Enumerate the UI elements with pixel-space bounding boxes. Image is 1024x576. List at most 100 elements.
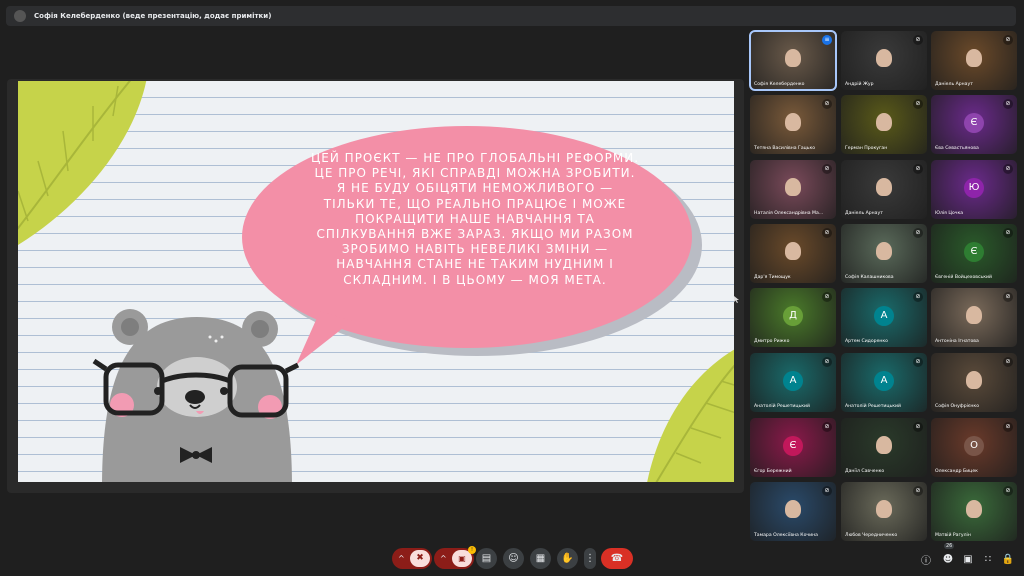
apps-icon: ∷: [984, 553, 992, 565]
mic-off-icon[interactable]: ✖: [410, 550, 430, 567]
chat-button[interactable]: ▣: [960, 551, 976, 567]
participant-name: Дар'я Тимощук: [754, 275, 791, 280]
people-icon: ☻: [942, 553, 954, 565]
more-vert-icon: ⋮: [585, 553, 595, 564]
participant-initial-avatar: Ю: [964, 177, 984, 198]
mic-off-icon: ⊘: [913, 422, 923, 432]
participant-tile[interactable]: ≡ Софія Келеберденко: [749, 30, 837, 91]
mic-options-button[interactable]: ^ ✖: [392, 548, 432, 569]
participant-tile[interactable]: ⊘ Даніель Арнаут: [841, 160, 927, 219]
participant-tile[interactable]: А ⊘ Артем Сидоренко: [841, 288, 927, 347]
more-options-button[interactable]: ⋮: [584, 548, 596, 569]
participant-video: [785, 48, 801, 67]
participant-name: Софія Келеберденко: [754, 82, 805, 87]
host-controls-button[interactable]: 🔒: [1000, 551, 1016, 567]
participant-name: Тетяна Василівна Гацько: [754, 146, 816, 151]
host-controls-icon: 🔒: [1001, 553, 1015, 565]
participant-tile[interactable]: Є ⊘ Єгор Бережний: [750, 418, 836, 477]
participant-video: [785, 241, 801, 260]
participant-name: Софія Калашникова: [845, 275, 894, 280]
participant-video: [966, 48, 982, 67]
activities-button[interactable]: ∷: [980, 551, 996, 567]
participant-tile[interactable]: ⊘ Наталія Олександрівна Ма...: [750, 160, 836, 219]
participant-name: Тамара Олексіївна Кочина: [754, 533, 818, 538]
participant-name: Олександр Бицек: [935, 469, 978, 474]
participant-tile[interactable]: ⊘ Софія Калашникова: [841, 224, 927, 283]
participant-initial-avatar: А: [874, 370, 894, 391]
participant-tile[interactable]: А ⊘ Анатолій Решетицький: [750, 353, 836, 412]
raise-hand-button[interactable]: ✋: [557, 548, 578, 569]
participant-name: Єгор Бережний: [754, 469, 792, 474]
end-call-button[interactable]: ☎: [601, 548, 633, 569]
leaf-top-left: [18, 81, 147, 245]
mic-off-icon: ⊘: [1003, 486, 1013, 496]
participant-name: Анатолій Решетицький: [754, 404, 810, 409]
mic-off-icon: ⊘: [822, 486, 832, 496]
participant-tile[interactable]: ⊘ Даніїл Савченко: [841, 418, 927, 477]
call-controls-bar: ^ ✖ ^ ▣! ▤ ☺ ▦ ✋ ⋮ ☎ ⓘ 26 ☻ ▣ ∷ 🔒: [0, 542, 1024, 576]
mic-off-icon: ⊘: [913, 164, 923, 174]
participant-tile[interactable]: ⊘ Даніель Арнаут: [931, 31, 1017, 90]
participant-video: [876, 112, 892, 131]
mouse-cursor-icon: [734, 296, 739, 303]
mic-off-icon: ⊘: [1003, 164, 1013, 174]
camera-options-button[interactable]: ^ ▣!: [434, 546, 476, 569]
participant-initial-avatar: Є: [783, 435, 803, 456]
participant-name: Даніель Арнаут: [845, 211, 883, 216]
mic-off-icon: ⊘: [1003, 357, 1013, 367]
people-button[interactable]: 26 ☻: [940, 543, 956, 567]
participant-name: Антоніна Ігнатова: [935, 339, 979, 344]
participant-tile[interactable]: Д ⊘ Дмитро Рижко: [750, 288, 836, 347]
participant-name: Софія Онуфрієнко: [935, 404, 980, 409]
participant-initial-avatar: А: [783, 370, 803, 391]
participant-name: Артем Сидоренко: [845, 339, 888, 344]
participant-tile[interactable]: Є ⊘ Єва Севастьянова: [931, 95, 1017, 154]
participant-initial-avatar: Є: [964, 112, 984, 133]
participant-video: [876, 435, 892, 454]
participant-initial-avatar: Д: [783, 305, 803, 326]
mic-off-icon: ⊘: [1003, 228, 1013, 238]
mic-off-icon: ⊘: [822, 99, 832, 109]
presenter-title: Софія Келеберденко (веде презентацію, до…: [34, 12, 272, 20]
participant-name: Герман Прокуган: [845, 146, 888, 151]
participant-tile[interactable]: Є ⊘ Євгеній Войцеховський: [931, 224, 1017, 283]
participant-video: [876, 48, 892, 67]
mic-off-icon: ⊘: [822, 422, 832, 432]
participant-tile[interactable]: ⊘ Антоніна Ігнатова: [931, 288, 1017, 347]
participant-video: [785, 112, 801, 131]
mic-off-icon: ⊘: [822, 164, 832, 174]
participant-tile[interactable]: ⊘ Тетяна Василівна Гацько: [750, 95, 836, 154]
participant-tile[interactable]: ⊘ Софія Онуфрієнко: [931, 353, 1017, 412]
participant-tile[interactable]: ⊘ Матвій Рагулін: [931, 482, 1017, 541]
emoji-icon: ☺: [508, 553, 519, 564]
mic-off-icon: ⊘: [913, 357, 923, 367]
captions-button[interactable]: ▦: [530, 548, 551, 569]
participant-tile[interactable]: Ю ⊘ Юлія Цочка: [931, 160, 1017, 219]
participant-tile[interactable]: ⊘ Андрій Жур: [841, 31, 927, 90]
speaking-icon: ≡: [822, 35, 832, 45]
participant-tile[interactable]: ⊘ Дар'я Тимощук: [750, 224, 836, 283]
mic-off-icon: ⊘: [913, 35, 923, 45]
participant-tile[interactable]: ⊘ Герман Прокуган: [841, 95, 927, 154]
chevron-up-icon: ^: [440, 554, 447, 563]
participant-tile[interactable]: ⊘ Тамара Олексіївна Кочина: [750, 482, 836, 541]
meeting-info-button[interactable]: ⓘ: [918, 551, 934, 567]
participant-video: [785, 499, 801, 518]
emoji-button[interactable]: ☺: [503, 548, 524, 569]
mic-off-icon: ⊘: [913, 486, 923, 496]
participant-name: Любов Чередниченко: [845, 533, 898, 538]
present-button[interactable]: ▤: [476, 548, 497, 569]
participant-tile[interactable]: А ⊘ Анатолій Решетицький: [841, 353, 927, 412]
mic-off-icon: ⊘: [822, 228, 832, 238]
participant-tile[interactable]: ⊘ Любов Чередниченко: [841, 482, 927, 541]
presenter-avatar: [14, 10, 26, 22]
leaf-bottom-right: [647, 349, 734, 482]
participant-tile[interactable]: О ⊘ Олександр Бицек: [931, 418, 1017, 477]
participant-video: [785, 177, 801, 196]
camera-off-icon[interactable]: ▣!: [452, 546, 476, 567]
participant-name: Єва Севастьянова: [935, 146, 979, 151]
presentation-stage: Цей проєкт — не про глобальні реформи. Ц…: [7, 79, 744, 493]
warning-badge: !: [468, 546, 476, 554]
participant-name: Анатолій Решетицький: [845, 404, 901, 409]
participant-initial-avatar: А: [874, 305, 894, 326]
